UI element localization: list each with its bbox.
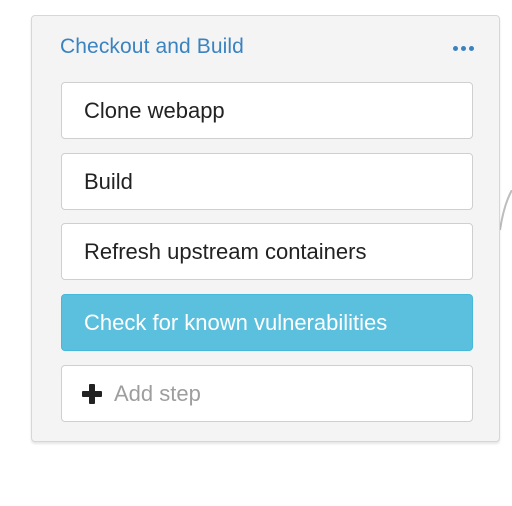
plus-icon bbox=[82, 383, 102, 404]
step-label: Refresh upstream containers bbox=[84, 238, 367, 264]
step-clone-webapp[interactable]: Clone webapp bbox=[61, 82, 473, 139]
step-refresh-upstream-containers[interactable]: Refresh upstream containers bbox=[61, 223, 473, 280]
stage-title[interactable]: Checkout and Build bbox=[60, 35, 244, 59]
ellipsis-icon bbox=[460, 45, 466, 51]
stage-connector-line bbox=[499, 190, 512, 231]
more-options-button[interactable] bbox=[450, 40, 476, 56]
ellipsis-icon bbox=[468, 45, 474, 51]
pipeline-canvas: Checkout and Build Clone webapp Build Re… bbox=[0, 0, 512, 506]
step-label: Check for known vulnerabilities bbox=[84, 309, 388, 335]
stage-panel: Checkout and Build Clone webapp Build Re… bbox=[31, 15, 500, 442]
add-step-label: Add step bbox=[114, 380, 201, 406]
step-label: Clone webapp bbox=[84, 97, 225, 123]
step-label: Build bbox=[84, 168, 133, 194]
step-build[interactable]: Build bbox=[61, 153, 473, 210]
ellipsis-icon bbox=[452, 45, 458, 51]
add-step-button[interactable]: Add step bbox=[61, 365, 473, 422]
step-check-vulnerabilities[interactable]: Check for known vulnerabilities bbox=[61, 294, 473, 351]
